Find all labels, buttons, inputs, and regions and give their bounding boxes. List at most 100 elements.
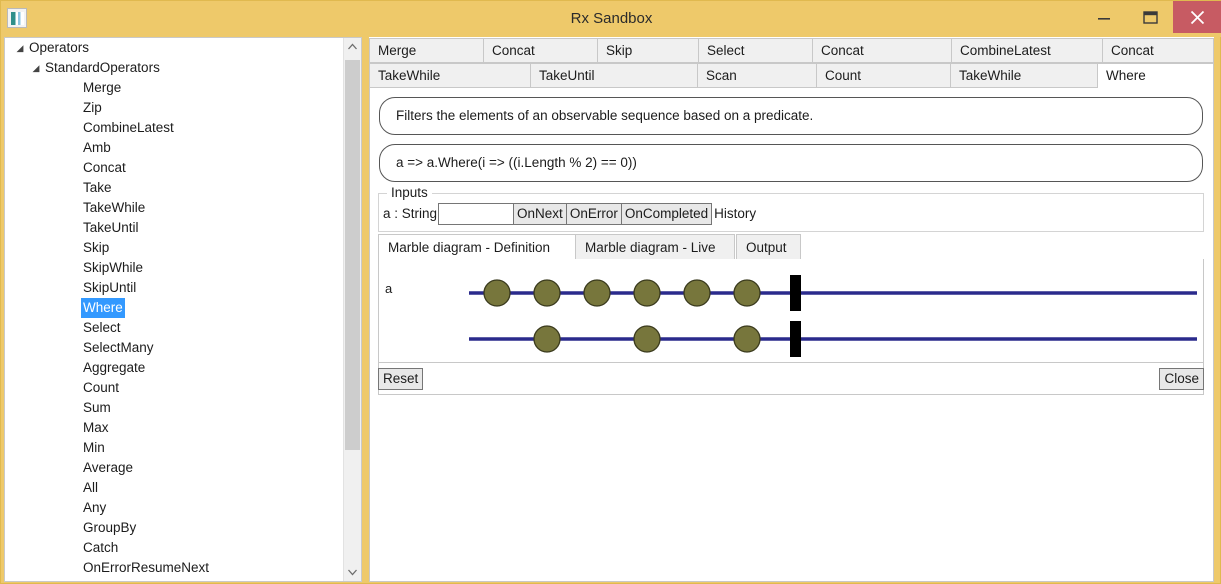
tree-item-label: Sum <box>83 400 111 415</box>
tree-item-label: SelectMany <box>83 340 154 355</box>
tree-item-zip[interactable]: Zip <box>5 98 361 118</box>
tab-takeuntil[interactable]: TakeUntil <box>530 63 698 88</box>
tree-item-min[interactable]: Min <box>5 438 361 458</box>
on-error-button[interactable]: OnError <box>566 203 622 225</box>
marble-notification[interactable] <box>483 279 511 307</box>
tab-combinelatest[interactable]: CombineLatest <box>951 38 1103 63</box>
tree-item-takewhile[interactable]: TakeWhile <box>5 198 361 218</box>
tree-item-label: Merge <box>83 80 122 95</box>
marble-notification[interactable] <box>583 279 611 307</box>
tree-item-label: Aggregate <box>83 360 146 375</box>
tab-concat[interactable]: Concat <box>812 38 952 63</box>
tree-item-operators[interactable]: ◢ Operators <box>5 38 361 58</box>
tree-item-max[interactable]: Max <box>5 418 361 438</box>
history-label: History <box>714 206 757 221</box>
tree-item-label: Any <box>83 500 107 515</box>
tree-item-selectmany[interactable]: SelectMany <box>5 338 361 358</box>
tree-item-sum[interactable]: Sum <box>5 398 361 418</box>
tree-item-skipuntil[interactable]: SkipUntil <box>5 278 361 298</box>
scroll-down-button[interactable] <box>344 563 361 581</box>
completed-marker[interactable] <box>790 275 801 311</box>
inputs-group: Inputs a : String OnNext OnError OnCompl… <box>378 185 1204 232</box>
marble-notification[interactable] <box>633 325 661 353</box>
tree-item-onerrorresumenext[interactable]: OnErrorResumeNext <box>5 558 361 578</box>
input-row: a : String OnNext OnError OnCompleted Hi… <box>383 203 756 225</box>
tree-scrollbar[interactable] <box>343 38 361 581</box>
tree-item-label: Count <box>83 380 120 395</box>
marble-diagram-svg <box>469 275 1197 357</box>
tree-item-count[interactable]: Count <box>5 378 361 398</box>
marble-notification[interactable] <box>733 325 761 353</box>
tree-item-skip[interactable]: Skip <box>5 238 361 258</box>
marble-notification[interactable] <box>733 279 761 307</box>
tree-item-amb[interactable]: Amb <box>5 138 361 158</box>
tab-merge[interactable]: Merge <box>369 38 484 63</box>
expander-icon[interactable]: ◢ <box>29 58 43 78</box>
minimize-icon <box>1098 18 1110 20</box>
scroll-up-button[interactable] <box>344 38 361 56</box>
operators-tree[interactable]: ◢ Operators ◢ StandardOperators Merge Zip Comb… <box>5 38 361 578</box>
tab-marble-diagram-definition[interactable]: Marble diagram - Definition <box>378 234 576 261</box>
tree-item-label: Operators <box>29 40 90 55</box>
marble-notification[interactable] <box>533 325 561 353</box>
tab-marble-diagram-live[interactable]: Marble diagram - Live <box>575 234 735 260</box>
tab-where[interactable]: Where <box>1097 63 1214 90</box>
minimize-button[interactable] <box>1081 1 1127 33</box>
on-completed-button[interactable]: OnCompleted <box>621 203 713 225</box>
tree-item-label: Zip <box>83 100 102 115</box>
input-value-field[interactable] <box>438 203 515 225</box>
tab-select[interactable]: Select <box>698 38 813 63</box>
expander-icon[interactable]: ◢ <box>13 38 27 58</box>
tab-scan[interactable]: Scan <box>697 63 817 88</box>
tree-item-skipwhile[interactable]: SkipWhile <box>5 258 361 278</box>
tree-item-any[interactable]: Any <box>5 498 361 518</box>
tree-item-label: TakeWhile <box>83 200 146 215</box>
marble-output-row <box>469 321 1197 357</box>
tree-item-label: GroupBy <box>83 520 137 535</box>
tree-item-groupby[interactable]: GroupBy <box>5 518 361 538</box>
panel-button-bar: Reset Close <box>378 363 1204 395</box>
tab-output[interactable]: Output <box>736 234 801 260</box>
tab-skip[interactable]: Skip <box>597 38 699 63</box>
tree-item-concat[interactable]: Concat <box>5 158 361 178</box>
marble-notification[interactable] <box>633 279 661 307</box>
tree-item-select[interactable]: Select <box>5 318 361 338</box>
tree-item-combinelatest[interactable]: CombineLatest <box>5 118 361 138</box>
operator-description: Filters the elements of an observable se… <box>379 97 1203 135</box>
tree-item-all[interactable]: All <box>5 478 361 498</box>
chevron-up-icon <box>348 43 357 50</box>
tab-concat[interactable]: Concat <box>483 38 598 63</box>
marble-diagram-canvas[interactable]: a <box>378 259 1204 363</box>
reset-button[interactable]: Reset <box>378 368 424 390</box>
tree-item-aggregate[interactable]: Aggregate <box>5 358 361 378</box>
marble-notification[interactable] <box>533 279 561 307</box>
tree-item-label: CombineLatest <box>83 120 174 135</box>
tree-item-label: Skip <box>83 240 110 255</box>
tree-item-label: Average <box>83 460 134 475</box>
window-title: Rx Sandbox <box>570 10 653 27</box>
tree-item-takeuntil[interactable]: TakeUntil <box>5 218 361 238</box>
tab-takewhile[interactable]: TakeWhile <box>369 63 531 88</box>
tree-scrollbar-thumb[interactable] <box>345 60 360 450</box>
tab-count[interactable]: Count <box>816 63 951 88</box>
tree-item-label: Min <box>83 440 105 455</box>
maximize-button[interactable] <box>1127 1 1173 33</box>
tree-item-where[interactable]: Where <box>5 298 361 318</box>
operator-expression[interactable]: a => a.Where(i => ((i.Length % 2) == 0)) <box>379 144 1203 182</box>
close-button[interactable] <box>1173 1 1221 33</box>
tree-item-standardoperators[interactable]: ◢ StandardOperators <box>5 58 361 78</box>
tree-item-merge[interactable]: Merge <box>5 78 361 98</box>
tree-item-label: Catch <box>83 540 119 555</box>
close-panel-button[interactable]: Close <box>1159 368 1204 390</box>
close-icon <box>1190 10 1205 25</box>
completed-marker[interactable] <box>790 321 801 357</box>
chevron-down-icon <box>348 569 357 576</box>
marble-notification[interactable] <box>683 279 711 307</box>
on-next-button[interactable]: OnNext <box>514 203 567 225</box>
tab-takewhile[interactable]: TakeWhile <box>950 63 1098 88</box>
tree-item-take[interactable]: Take <box>5 178 361 198</box>
tree-item-average[interactable]: Average <box>5 458 361 478</box>
tab-concat[interactable]: Concat <box>1102 38 1214 63</box>
tree-item-catch[interactable]: Catch <box>5 538 361 558</box>
parameter-label: a : String <box>383 206 438 221</box>
